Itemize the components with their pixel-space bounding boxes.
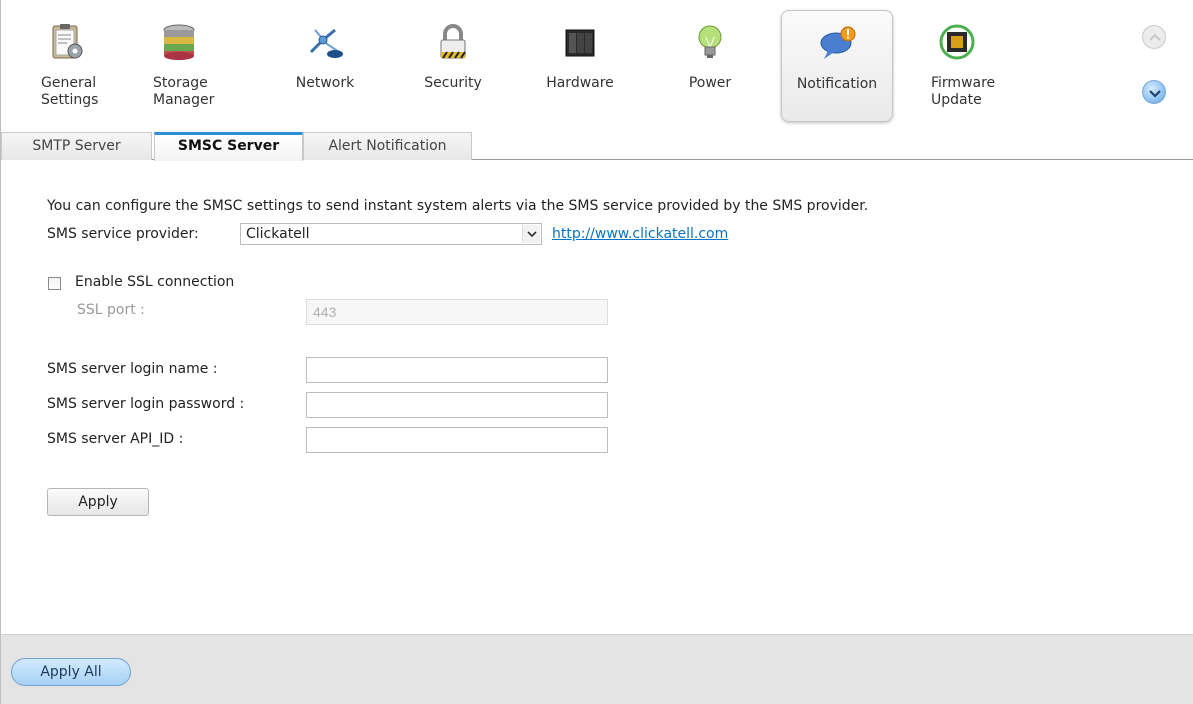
- tab-bar: SMTP Server SMSC Server Alert Notificati…: [1, 132, 1193, 161]
- enable-ssl-label: Enable SSL connection: [75, 274, 235, 290]
- toolbar-label: Firmware Update: [931, 75, 996, 108]
- toolbar-label: Power: [688, 75, 732, 91]
- chat-bubble-alert-icon: [820, 26, 856, 59]
- dropdown-arrow: [522, 225, 540, 243]
- chevron-down-icon: [1149, 90, 1161, 98]
- server-icon: [565, 29, 595, 57]
- toolbar-label: Network: [295, 75, 355, 91]
- toolbar-hardware[interactable]: Hardware: [524, 10, 636, 122]
- provider-link[interactable]: http://www.clickatell.com: [552, 226, 728, 242]
- chevron-down-icon: [527, 231, 537, 238]
- toolbar-security[interactable]: Security: [397, 10, 509, 122]
- description-text: You can configure the SMSC settings to s…: [47, 198, 869, 214]
- settings-toolbar: General Settings Storage Manager Network: [1, 0, 1193, 132]
- toolbar-firmware-update[interactable]: Firmware Update: [901, 10, 1013, 122]
- toolbar-notification[interactable]: Notification: [781, 10, 893, 122]
- login-password-label: SMS server login password :: [47, 396, 245, 412]
- api-id-label: SMS server API_ID :: [47, 431, 184, 447]
- database-stack-icon: [163, 24, 195, 60]
- toolbar-general-settings[interactable]: General Settings: [11, 10, 123, 122]
- api-id-input[interactable]: [306, 427, 608, 453]
- apply-button[interactable]: Apply: [47, 488, 149, 516]
- toolbar-label: General Settings: [41, 75, 99, 108]
- settings-window: General Settings Storage Manager Network: [0, 0, 1193, 704]
- toolbar-label: Security: [424, 75, 482, 91]
- toolbar-label: Notification: [796, 76, 878, 92]
- tab-smsc-server[interactable]: SMSC Server: [154, 132, 303, 161]
- scroll-up-button[interactable]: [1142, 25, 1166, 49]
- login-name-input[interactable]: [306, 357, 608, 383]
- ssl-port-label: SSL port :: [77, 302, 145, 318]
- clipboard-gear-icon: [52, 24, 83, 59]
- chip-update-icon: [939, 24, 975, 60]
- login-password-input[interactable]: [306, 392, 608, 418]
- enable-ssl-checkbox[interactable]: [48, 277, 61, 290]
- toolbar-storage-manager[interactable]: Storage Manager: [123, 10, 235, 122]
- lock-icon: [440, 24, 466, 59]
- provider-selected-value: Clickatell: [246, 226, 310, 242]
- toolbar-label: Hardware: [546, 75, 614, 91]
- toolbar-power[interactable]: Power: [654, 10, 766, 122]
- chevron-up-icon: [1149, 33, 1161, 41]
- ssl-port-input[interactable]: [306, 299, 608, 325]
- toolbar-label: Storage Manager: [153, 75, 215, 108]
- scroll-down-button[interactable]: [1142, 80, 1166, 104]
- login-name-label: SMS server login name :: [47, 361, 218, 377]
- lightbulb-icon: [698, 25, 722, 58]
- toolbar-network[interactable]: Network: [269, 10, 381, 122]
- smsc-settings-panel: You can configure the SMSC settings to s…: [1, 161, 1193, 634]
- apply-all-button[interactable]: Apply All: [11, 658, 131, 686]
- tab-smtp-server[interactable]: SMTP Server: [1, 132, 152, 160]
- sms-provider-select[interactable]: Clickatell: [240, 223, 542, 245]
- tab-alert-notification[interactable]: Alert Notification: [303, 132, 472, 160]
- provider-label: SMS service provider:: [47, 226, 199, 242]
- footer-bar: Apply All: [1, 634, 1193, 704]
- network-icon: [309, 28, 343, 58]
